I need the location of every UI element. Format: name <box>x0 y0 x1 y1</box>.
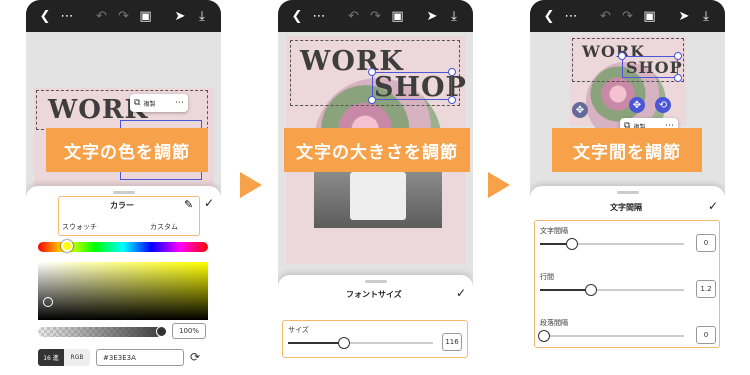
tutorial-composite: ❮ ⋯ ↶ ↷ ▣ ➤ ⤓ WORK ⧉ 複製 ⋯ 文字の色を調節 カラー ✎ … <box>0 0 750 375</box>
resize-handle[interactable] <box>674 74 682 82</box>
line-height-label: 行間 <box>540 273 554 281</box>
size-label: サイズ <box>288 326 309 334</box>
letter-spacing-slider[interactable] <box>540 243 684 245</box>
saturation-knob[interactable] <box>43 297 53 307</box>
duplicate-icon: ⧉ <box>134 98 141 108</box>
layers-icon[interactable]: ▣ <box>387 5 409 27</box>
mode-hex-button[interactable]: 16 進 <box>38 349 64 366</box>
line-height-fill <box>540 289 591 291</box>
sheet-grabber[interactable] <box>616 191 639 194</box>
resize-handle[interactable] <box>368 68 376 76</box>
resize-handle[interactable] <box>618 52 626 60</box>
redo-icon[interactable]: ↷ <box>113 5 135 27</box>
paragraph-spacing-knob[interactable] <box>538 330 550 342</box>
resize-handle[interactable] <box>368 96 376 104</box>
back-icon[interactable]: ❮ <box>538 5 560 27</box>
send-icon[interactable]: ➤ <box>673 5 695 27</box>
banner-font-size: 文字の大きさを調節 <box>284 128 470 172</box>
resize-handle[interactable] <box>674 52 682 60</box>
size-slider-knob[interactable] <box>338 337 350 349</box>
top-toolbar: ❮ ⋯ ↶ ↷ ▣ ➤ ⤓ <box>530 0 725 32</box>
download-icon[interactable]: ⤓ <box>443 5 465 27</box>
spacing-title: 文字間隔 <box>610 203 642 212</box>
selection-box <box>372 72 452 100</box>
opacity-slider[interactable] <box>38 327 162 337</box>
more-icon[interactable]: ⋯ <box>56 5 78 27</box>
line-height-knob[interactable] <box>585 284 597 296</box>
opacity-value[interactable]: 100% <box>172 323 206 339</box>
hex-input[interactable]: #3E3E3A <box>96 349 184 366</box>
download-icon[interactable]: ⤓ <box>191 5 213 27</box>
confirm-check-icon[interactable]: ✓ <box>204 196 214 210</box>
hue-knob[interactable] <box>61 240 73 252</box>
redo-icon[interactable]: ↷ <box>617 5 639 27</box>
reset-color-icon[interactable]: ⟳ <box>190 350 200 364</box>
letter-spacing-value[interactable]: 0 <box>696 234 716 252</box>
font-size-title: フォントサイズ <box>346 290 402 299</box>
redo-icon[interactable]: ↷ <box>365 5 387 27</box>
tab-swatch[interactable]: スウォッチ <box>62 222 97 232</box>
line-height-value[interactable]: 1.2 <box>696 280 716 298</box>
undo-icon[interactable]: ↶ <box>91 5 113 27</box>
spacing-controls-highlight <box>534 220 720 348</box>
opacity-knob[interactable] <box>156 326 167 337</box>
font-size-sheet: フォントサイズ ✓ サイズ 116 <box>278 275 473 375</box>
send-icon[interactable]: ➤ <box>169 5 191 27</box>
banner-color: 文字の色を調節 <box>46 128 208 172</box>
color-sheet: カラー ✎ ✓ スウォッチ カスタム 100% 16 進 RGB #3E3E3A… <box>26 186 221 375</box>
phone-spacing: ❮ ⋯ ↶ ↷ ▣ ➤ ⤓ WORK SHOP ✥ ⟲ ✥ ⧉ 複製 ⋯ 文字間… <box>530 0 725 375</box>
arrow-right-icon <box>488 172 510 198</box>
selection-box <box>622 56 678 78</box>
layers-icon[interactable]: ▣ <box>639 5 661 27</box>
size-slider-fill <box>288 342 344 344</box>
size-slider[interactable] <box>288 342 433 344</box>
phone-font-size: ❮ ⋯ ↶ ↷ ▣ ➤ ⤓ WORK SHOP 文字の大きさを調節 フォントサイ… <box>278 0 473 375</box>
download-icon[interactable]: ⤓ <box>695 5 717 27</box>
phone-color: ❮ ⋯ ↶ ↷ ▣ ➤ ⤓ WORK ⧉ 複製 ⋯ 文字の色を調節 カラー ✎ … <box>26 0 221 375</box>
sheet-grabber[interactable] <box>364 280 387 283</box>
banner-spacing: 文字間を調節 <box>552 128 702 172</box>
size-control-highlight <box>282 320 468 358</box>
tab-custom[interactable]: カスタム <box>150 222 178 232</box>
eyedropper-icon[interactable]: ✎ <box>184 198 193 211</box>
letter-spacing-label: 文字間隔 <box>540 227 568 235</box>
resize-handle[interactable] <box>448 68 456 76</box>
top-toolbar: ❮ ⋯ ↶ ↷ ▣ ➤ ⤓ <box>26 0 221 32</box>
undo-icon[interactable]: ↶ <box>343 5 365 27</box>
paragraph-spacing-label: 段落間隔 <box>540 319 568 327</box>
rotate-handle-icon[interactable]: ⟲ <box>655 97 671 113</box>
color-title: カラー <box>110 201 134 210</box>
confirm-check-icon[interactable]: ✓ <box>708 199 718 213</box>
undo-icon[interactable]: ↶ <box>595 5 617 27</box>
more-icon[interactable]: ⋯ <box>308 5 330 27</box>
letter-spacing-knob[interactable] <box>566 238 578 250</box>
send-icon[interactable]: ➤ <box>421 5 443 27</box>
move-handle-icon[interactable]: ✥ <box>572 102 588 118</box>
top-toolbar: ❮ ⋯ ↶ ↷ ▣ ➤ ⤓ <box>278 0 473 32</box>
duplicate-label: 複製 <box>143 100 156 108</box>
mode-rgb-button[interactable]: RGB <box>64 349 90 366</box>
back-icon[interactable]: ❮ <box>286 5 308 27</box>
more-options-icon[interactable]: ⋯ <box>175 98 184 108</box>
move-handle-icon[interactable]: ✥ <box>629 97 645 113</box>
paragraph-spacing-slider[interactable] <box>540 335 684 337</box>
arrow-right-icon <box>240 172 262 198</box>
confirm-check-icon[interactable]: ✓ <box>456 286 466 300</box>
resize-handle[interactable] <box>448 96 456 104</box>
line-height-slider[interactable] <box>540 289 684 291</box>
more-icon[interactable]: ⋯ <box>560 5 582 27</box>
size-value[interactable]: 116 <box>442 333 462 351</box>
vase-cup <box>350 172 406 220</box>
sheet-grabber[interactable] <box>112 191 135 194</box>
back-icon[interactable]: ❮ <box>34 5 56 27</box>
layers-icon[interactable]: ▣ <box>135 5 157 27</box>
spacing-sheet: 文字間隔 ✓ 文字間隔 0 行間 1.2 段落間隔 0 <box>530 186 725 375</box>
paragraph-spacing-value[interactable]: 0 <box>696 326 716 344</box>
duplicate-chip[interactable]: ⧉ 複製 ⋯ <box>130 94 188 112</box>
saturation-picker[interactable] <box>38 262 208 320</box>
